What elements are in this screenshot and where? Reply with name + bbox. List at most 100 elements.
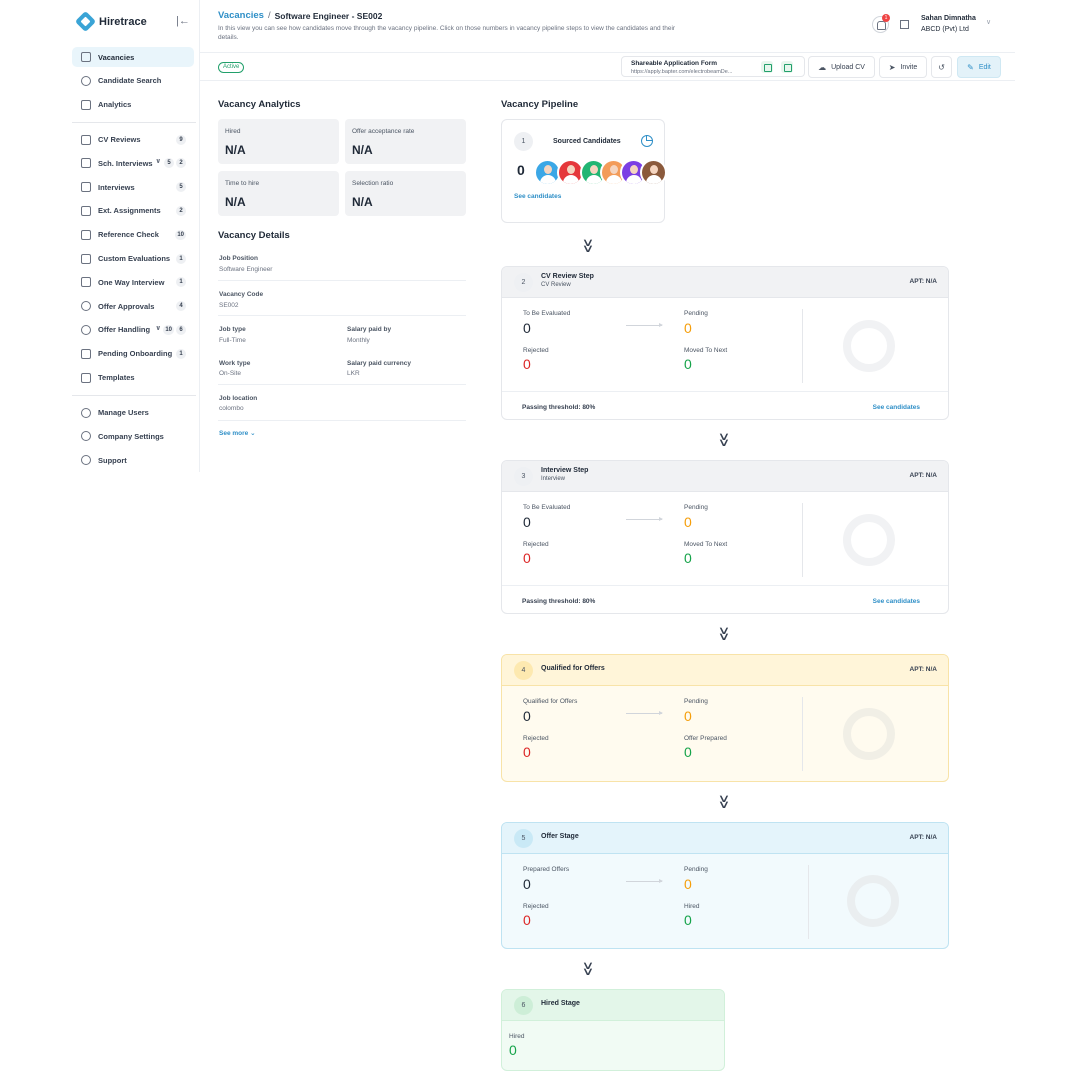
sidebar-item-company-settings[interactable]: Company Settings <box>72 426 194 446</box>
sidebar-item-offer-approvals[interactable]: Offer Approvals 4 <box>72 296 194 316</box>
nav-divider <box>72 394 196 396</box>
user-name[interactable]: Sahan Dimnatha <box>921 15 976 22</box>
chevrons-down-icon: ∨ ∨ <box>717 625 730 643</box>
pending-count[interactable]: 0 <box>684 876 692 892</box>
sidebar-item-templates[interactable]: Templates <box>72 368 194 388</box>
qualified-count[interactable]: 0 <box>523 708 531 724</box>
rejected-count[interactable]: 0 <box>523 356 531 372</box>
sourced-count[interactable]: 0 <box>517 162 525 178</box>
sidebar-item-support[interactable]: Support <box>72 450 194 470</box>
chevron-down-icon[interactable]: ∨ <box>155 157 161 165</box>
step-title: Hired Stage <box>541 1000 580 1007</box>
shareable-form-box: Shareable Application Form https://apply… <box>621 56 805 77</box>
collapse-sidebar-icon[interactable]: |← <box>176 15 190 27</box>
divider <box>808 865 809 939</box>
count-badge: 5 <box>176 182 186 193</box>
step-number: 5 <box>514 829 533 848</box>
prepared-offers-count[interactable]: 0 <box>523 876 531 892</box>
checklist-icon <box>81 229 91 240</box>
step-title: CV Review Step <box>541 273 594 280</box>
invite-button[interactable]: ➤ Invite <box>879 56 927 78</box>
count-badge: 10 <box>163 324 174 335</box>
step-title: Sourced Candidates <box>553 138 621 145</box>
gear-icon <box>81 431 91 442</box>
flow-arrow <box>626 323 663 327</box>
apt-label: APT: N/A <box>909 834 937 841</box>
apt-label: APT: N/A <box>909 472 937 479</box>
open-link-icon[interactable] <box>781 61 793 73</box>
to-be-evaluated-count[interactable]: 0 <box>523 514 531 530</box>
step-number: 3 <box>514 467 533 486</box>
sidebar-item-pending-onboarding[interactable]: Pending Onboarding 1 <box>72 344 194 364</box>
chevron-down-icon[interactable]: ∨ <box>155 324 161 332</box>
count-badge: 2 <box>176 205 186 216</box>
stage-header: 4 Qualified for Offers APT: N/A <box>502 655 948 686</box>
sidebar-item-one-way-interview[interactable]: One Way Interview 1 <box>72 272 194 292</box>
hired-total-count[interactable]: 0 <box>509 1042 517 1058</box>
divider <box>802 503 803 577</box>
cloud-upload-icon: ☁ <box>818 62 827 72</box>
pending-count[interactable]: 0 <box>684 514 692 530</box>
vacancy-toolbar: Active Shareable Application Form https:… <box>200 53 1015 81</box>
chevrons-down-icon: ∨ ∨ <box>717 431 730 449</box>
step-subtitle: CV Review <box>541 282 571 288</box>
rejected-count[interactable]: 0 <box>523 744 531 760</box>
breadcrumb-vacancies-link[interactable]: Vacancies <box>218 10 264 21</box>
pending-count[interactable]: 0 <box>684 708 692 724</box>
pie-chart-icon[interactable] <box>641 135 653 147</box>
layers-icon <box>81 52 91 62</box>
sidebar-item-candidate-search[interactable]: Candidate Search <box>72 71 194 91</box>
moved-to-next-count[interactable]: 0 <box>684 356 692 372</box>
sidebar-item-reference-check[interactable]: Reference Check 10 <box>72 225 194 245</box>
check-circle-icon <box>81 301 91 312</box>
forward-icon <box>81 348 91 359</box>
divider <box>802 309 803 383</box>
sidebar-item-manage-users[interactable]: Manage Users <box>72 403 194 423</box>
see-more-link[interactable]: See more ⌄ <box>219 429 256 437</box>
moved-to-next-count[interactable]: 0 <box>684 550 692 566</box>
chevron-down-icon[interactable]: ∨ <box>986 18 991 26</box>
rejected-count[interactable]: 0 <box>523 912 531 928</box>
passing-threshold: Passing threshold: 80% <box>522 404 596 411</box>
detail-job-location: Job location colombo <box>218 385 466 421</box>
calendar-icon <box>81 158 91 169</box>
rejected-count[interactable]: 0 <box>523 550 531 566</box>
edit-button[interactable]: ✎ Edit <box>957 56 1001 78</box>
see-candidates-link[interactable]: See candidates <box>514 193 561 200</box>
brand[interactable]: Hiretrace <box>74 10 147 33</box>
chevrons-down-icon: ∨ ∨ <box>581 960 594 978</box>
step-subtitle: Interview <box>541 476 566 482</box>
metric-offer-acceptance-rate: Offer acceptance rate N/A <box>345 119 466 164</box>
sidebar-item-cv-reviews[interactable]: CV Reviews 9 <box>72 130 194 150</box>
hired-count[interactable]: 0 <box>684 912 692 928</box>
sidebar-item-interviews[interactable]: Interviews 5 <box>72 177 194 197</box>
stage-header: 2 CV Review Step CV Review APT: N/A <box>502 267 948 298</box>
chart-icon <box>81 99 91 110</box>
copy-icon[interactable] <box>761 61 773 73</box>
count-badge: 1 <box>176 348 186 359</box>
donut-chart <box>843 320 895 372</box>
see-candidates-link[interactable]: See candidates <box>873 404 920 411</box>
share-title: Shareable Application Form <box>631 60 718 67</box>
analytics-title: Vacancy Analytics <box>218 99 301 110</box>
stack-icon <box>81 134 91 145</box>
sidebar-item-vacancies[interactable]: Vacancies <box>72 47 194 67</box>
pending-count[interactable]: 0 <box>684 320 692 336</box>
flow-arrow <box>626 517 663 521</box>
sidebar-item-ext-assignments[interactable]: Ext. Assignments 2 <box>72 201 194 221</box>
to-be-evaluated-count[interactable]: 0 <box>523 320 531 336</box>
sidebar-item-custom-evaluations[interactable]: Custom Evaluations 1 <box>72 249 194 269</box>
see-candidates-link[interactable]: See candidates <box>873 598 920 605</box>
sidebar-item-analytics[interactable]: Analytics <box>72 95 194 115</box>
detail-job-position: Job Position Software Engineer <box>218 247 466 281</box>
upload-cv-button[interactable]: ☁ Upload CV <box>808 56 875 78</box>
sidebar: Hiretrace |← Vacancies Candidate Search … <box>70 0 200 472</box>
avatar <box>640 159 667 186</box>
sidebar-item-offer-handling[interactable]: Offer Handling ∨ 10 6 <box>72 320 194 340</box>
refresh-button[interactable]: ↺ <box>931 56 952 78</box>
chevrons-down-icon: ∨ ∨ <box>717 793 730 811</box>
share-url[interactable]: https://apply.bapter.com/electrobeamDe..… <box>631 69 732 75</box>
sidebar-item-sch-interviews[interactable]: Sch. Interviews ∨ 5 2 <box>72 153 194 173</box>
offer-prepared-count[interactable]: 0 <box>684 744 692 760</box>
document-icon <box>81 372 91 383</box>
